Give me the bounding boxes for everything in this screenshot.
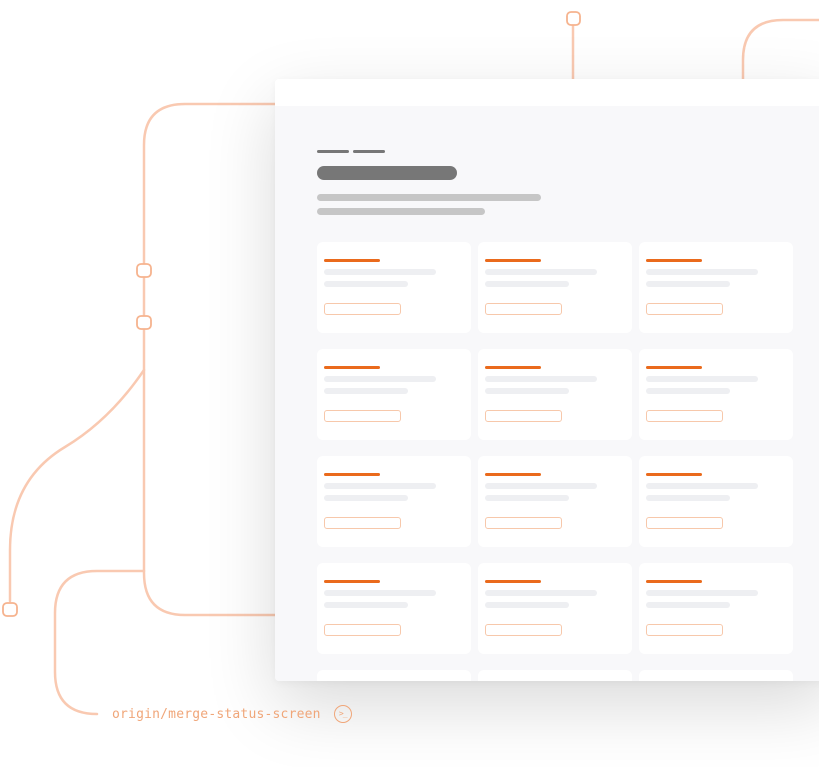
card-placeholder <box>317 563 471 654</box>
card-button-placeholder <box>646 624 723 636</box>
card-text-placeholder <box>324 602 408 608</box>
card-placeholder <box>317 349 471 440</box>
card-button-placeholder <box>646 303 723 315</box>
card-title-accent <box>485 259 541 262</box>
card-button-placeholder <box>646 410 723 422</box>
card-title-accent <box>646 259 702 262</box>
card-placeholder <box>639 456 793 547</box>
card-placeholder <box>317 456 471 547</box>
commit-node <box>566 11 581 26</box>
card-placeholder <box>639 563 793 654</box>
commit-node <box>2 602 18 617</box>
card-text-placeholder <box>324 376 436 382</box>
card-title-accent <box>646 473 702 476</box>
card-text-placeholder <box>646 483 758 489</box>
branch-label: origin/merge-status-screen >_ <box>112 704 352 724</box>
card-text-placeholder <box>324 281 408 287</box>
breadcrumb-placeholder <box>317 150 349 153</box>
card-button-placeholder <box>324 303 401 315</box>
commit-node <box>136 315 152 330</box>
card-text-placeholder <box>646 602 730 608</box>
card-text-placeholder <box>646 269 758 275</box>
card-placeholder <box>639 242 793 333</box>
card-title-accent <box>324 580 380 583</box>
card-button-placeholder <box>646 517 723 529</box>
description-placeholder <box>317 194 541 201</box>
description-placeholder <box>317 208 485 215</box>
card-title-accent <box>646 580 702 583</box>
card-button-placeholder <box>485 624 562 636</box>
card-text-placeholder <box>485 388 569 394</box>
card-placeholder <box>317 242 471 333</box>
card-text-placeholder <box>324 388 408 394</box>
card-text-placeholder <box>485 590 597 596</box>
card-title-accent <box>324 366 380 369</box>
card-title-accent <box>324 473 380 476</box>
card-text-placeholder <box>646 590 758 596</box>
card-text-placeholder <box>485 483 597 489</box>
card-placeholder <box>639 670 793 681</box>
card-placeholder <box>478 670 632 681</box>
breadcrumb-placeholder <box>353 150 385 153</box>
card-button-placeholder <box>485 410 562 422</box>
card-button-placeholder <box>485 517 562 529</box>
card-button-placeholder <box>324 624 401 636</box>
card-placeholder <box>317 670 471 681</box>
page-skeleton <box>275 106 819 681</box>
card-placeholder <box>478 456 632 547</box>
app-window-mockup <box>275 79 819 681</box>
card-text-placeholder <box>485 376 597 382</box>
card-text-placeholder <box>646 495 730 501</box>
card-text-placeholder <box>485 602 569 608</box>
card-button-placeholder <box>485 303 562 315</box>
card-placeholder <box>478 242 632 333</box>
card-text-placeholder <box>324 483 436 489</box>
terminal-icon[interactable]: >_ <box>333 705 352 723</box>
branch-name: origin/merge-status-screen <box>112 706 321 722</box>
card-text-placeholder <box>646 281 730 287</box>
card-button-placeholder <box>324 517 401 529</box>
card-placeholder <box>478 349 632 440</box>
card-text-placeholder <box>485 269 597 275</box>
commit-node <box>136 263 152 278</box>
card-placeholder <box>639 349 793 440</box>
card-button-placeholder <box>324 410 401 422</box>
page-title-placeholder <box>317 166 457 180</box>
card-text-placeholder <box>324 590 436 596</box>
card-text-placeholder <box>324 495 408 501</box>
card-placeholder <box>478 563 632 654</box>
card-text-placeholder <box>324 269 436 275</box>
card-text-placeholder <box>485 495 569 501</box>
window-title-bar <box>275 79 819 106</box>
card-text-placeholder <box>485 281 569 287</box>
card-title-accent <box>324 259 380 262</box>
card-title-accent <box>485 580 541 583</box>
card-title-accent <box>485 473 541 476</box>
card-text-placeholder <box>646 388 730 394</box>
card-title-accent <box>485 366 541 369</box>
card-title-accent <box>646 366 702 369</box>
card-text-placeholder <box>646 376 758 382</box>
